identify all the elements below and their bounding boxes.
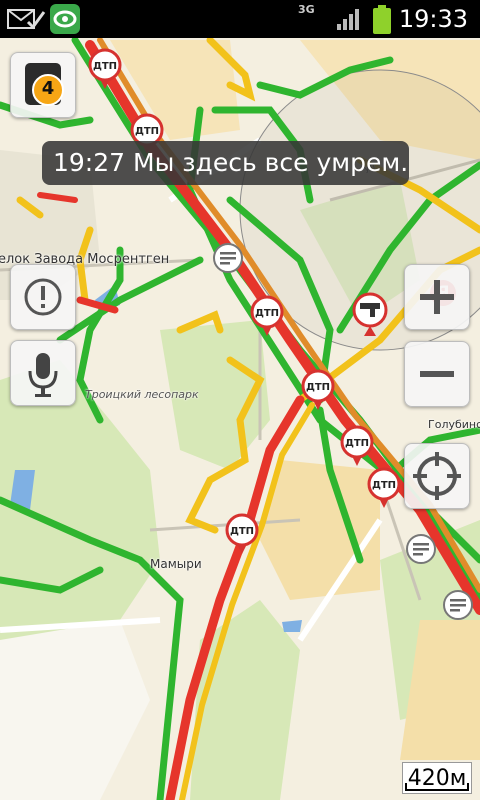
- incident-count: 4: [41, 78, 55, 99]
- notification-bubble[interactable]: 19:27 Мы здесь все умрем...: [42, 141, 409, 185]
- traffic-info-marker[interactable]: [406, 534, 436, 564]
- zoom-out-button[interactable]: [404, 341, 470, 407]
- accident-marker-label: ДТП: [93, 61, 117, 72]
- locate-me-button[interactable]: [404, 443, 470, 509]
- traffic-info-marker[interactable]: [213, 243, 243, 273]
- voice-search-button[interactable]: [10, 340, 76, 406]
- traffic-info-marker[interactable]: [443, 590, 473, 620]
- accident-marker-label: ДТП: [345, 438, 369, 449]
- mail-check-icon: [7, 9, 46, 30]
- network-type-label: 3G: [298, 3, 315, 16]
- incident-list-button[interactable]: 4: [10, 52, 76, 118]
- report-incident-button[interactable]: [10, 264, 76, 330]
- accident-marker-label: ДТП: [230, 526, 254, 537]
- map-scale-bar: [405, 783, 469, 791]
- place-label-golubinskaya: Голубинск: [428, 418, 480, 431]
- place-label-forest-park: Троицкий лесопарк: [85, 388, 199, 401]
- minus-icon: [420, 371, 454, 377]
- place-label-mamyri: Мамыри: [150, 557, 202, 571]
- exclamation-icon: [24, 278, 62, 316]
- zoom-in-button[interactable]: [404, 264, 470, 330]
- clock: 19:33: [398, 5, 468, 33]
- status-bar: 3G 19:33: [0, 0, 480, 38]
- accident-marker-label: ДТП: [306, 382, 330, 393]
- map-scale: 420м: [402, 762, 472, 794]
- crosshair-icon: [413, 452, 461, 500]
- microphone-icon: [28, 353, 58, 397]
- plus-icon: [420, 280, 454, 314]
- accident-marker-label: ДТП: [135, 126, 159, 137]
- signal-icon: [337, 9, 359, 30]
- accident-marker-label: ДТП: [372, 480, 396, 491]
- battery-icon: [373, 5, 391, 34]
- yandex-maps-notification-icon: [50, 4, 80, 34]
- accident-marker-label: ДТП: [255, 308, 279, 319]
